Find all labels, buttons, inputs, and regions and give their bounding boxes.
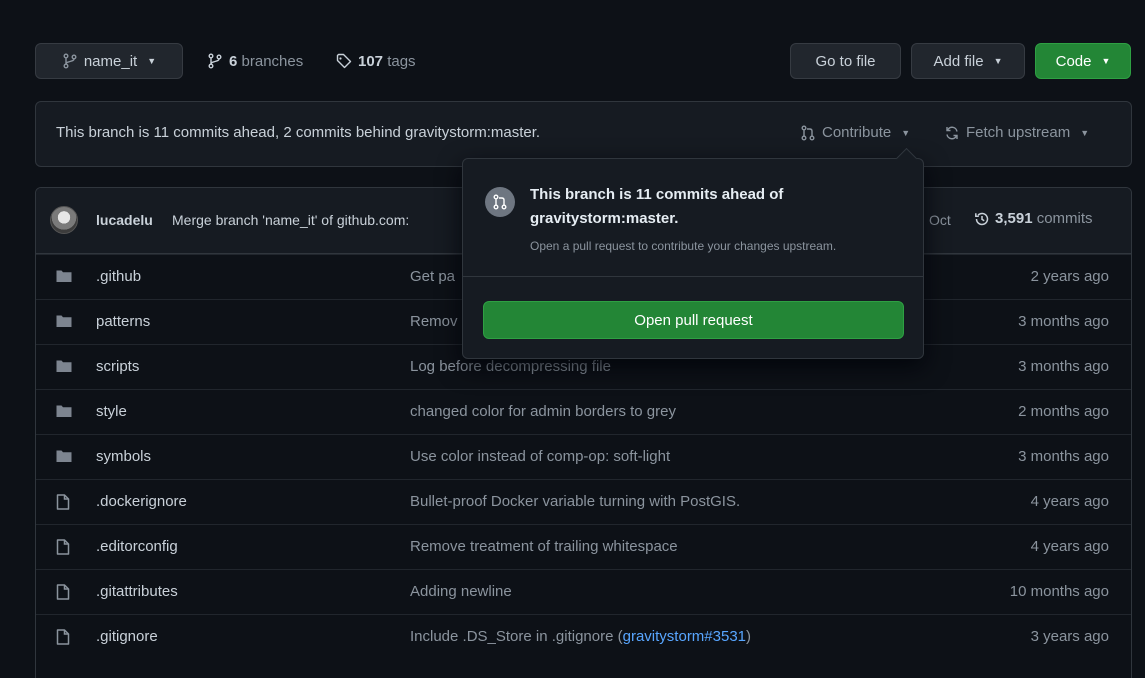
- file-commit-text: Remove treatment of trailing whitespace: [410, 538, 678, 555]
- folder-icon: [56, 404, 72, 418]
- code-label: Code: [1055, 52, 1092, 70]
- branch-selector-button[interactable]: name_it ▼: [35, 43, 183, 79]
- file-age: 3 months ago: [1018, 358, 1109, 375]
- file-row[interactable]: symbols Use color instead of comp-op: sof…: [36, 434, 1131, 479]
- history-icon: [974, 211, 990, 227]
- open-pull-request-label: Open pull request: [634, 311, 753, 329]
- file-name[interactable]: .gitattributes: [96, 583, 178, 600]
- chevron-down-icon: ▼: [993, 56, 1003, 66]
- folder-icon: [56, 359, 72, 373]
- file-name[interactable]: style: [96, 403, 127, 420]
- commits-link[interactable]: 3,591 commits: [974, 210, 1093, 227]
- file-name[interactable]: .github: [96, 268, 141, 285]
- folder-icon: [56, 449, 72, 463]
- file-commit-text: Adding newline: [410, 583, 512, 600]
- file-commit-text: Include .DS_Store in .gitignore (: [410, 628, 623, 645]
- file-name[interactable]: symbols: [96, 448, 151, 465]
- file-commit-text: Log before decompressing file: [410, 358, 611, 375]
- file-age: 2 years ago: [1030, 268, 1109, 285]
- popover-title: This branch is 11 commits ahead of gravi…: [530, 186, 784, 227]
- tags-link[interactable]: 107 tags: [336, 50, 416, 72]
- go-to-file-label: Go to file: [815, 52, 876, 70]
- file-row[interactable]: .gitignore Include .DS_Store in .gitignor…: [36, 614, 1131, 659]
- commit-date: Oct: [929, 212, 951, 228]
- commit-count: 3,591: [995, 210, 1033, 227]
- open-pull-request-button[interactable]: Open pull request: [483, 301, 904, 339]
- file-age: 4 years ago: [1030, 493, 1109, 510]
- issue-link[interactable]: gravitystorm#3531: [623, 628, 746, 645]
- branch-status-text: This branch is 11 commits ahead, 2 commi…: [56, 124, 541, 141]
- file-row[interactable]: .editorconfig Remove treatment of trailin…: [36, 524, 1131, 569]
- fetch-upstream-label: Fetch upstream: [966, 124, 1071, 141]
- file-age: 2 months ago: [1018, 403, 1109, 420]
- file-age: 3 years ago: [1030, 628, 1109, 645]
- pull-request-icon: [485, 187, 515, 217]
- commit-message[interactable]: Merge branch 'name_it' of github.com:: [172, 212, 409, 228]
- file-commit-message[interactable]: Remov: [410, 313, 458, 330]
- chevron-down-icon: ▼: [1080, 127, 1090, 138]
- file-commit-text: changed color for admin borders to grey: [410, 403, 676, 420]
- sync-icon: [944, 125, 960, 141]
- git-branch-icon: [207, 53, 223, 69]
- file-commit-text-after: ): [746, 628, 752, 645]
- commit-count-label: commits: [1036, 210, 1093, 227]
- file-age: 4 years ago: [1030, 538, 1109, 555]
- avatar[interactable]: [50, 206, 78, 234]
- folder-icon: [56, 314, 72, 328]
- code-button[interactable]: Code ▼: [1035, 43, 1131, 79]
- add-file-label: Add file: [933, 52, 984, 70]
- file-name[interactable]: .dockerignore: [96, 493, 187, 510]
- add-file-button[interactable]: Add file ▼: [911, 43, 1025, 79]
- file-commit-message[interactable]: Use color instead of comp-op: soft-light: [410, 448, 670, 465]
- tags-count: 107: [358, 52, 384, 70]
- pull-request-icon: [800, 125, 816, 141]
- branches-link[interactable]: 6 branches: [207, 50, 303, 72]
- fetch-upstream-button[interactable]: Fetch upstream ▼: [944, 124, 1089, 141]
- file-icon: [56, 629, 70, 645]
- branches-label: branches: [241, 52, 304, 70]
- contribute-label: Contribute: [822, 124, 892, 141]
- file-commit-message[interactable]: Get pa: [410, 268, 455, 285]
- chevron-down-icon: ▼: [901, 127, 911, 138]
- file-row[interactable]: style changed color for admin borders to …: [36, 389, 1131, 434]
- file-icon: [56, 494, 70, 510]
- branch-selector-label: name_it: [83, 52, 138, 70]
- file-age: 3 months ago: [1018, 313, 1109, 330]
- file-name[interactable]: .gitignore: [96, 628, 158, 645]
- file-age: 10 months ago: [1009, 583, 1109, 600]
- file-age: 3 months ago: [1018, 448, 1109, 465]
- tags-label: tags: [387, 52, 416, 70]
- file-icon: [56, 539, 70, 555]
- popover-divider: [463, 276, 923, 277]
- commit-author[interactable]: lucadelu: [96, 212, 153, 228]
- file-commit-message[interactable]: Adding newline: [410, 583, 512, 600]
- popover-subtitle: Open a pull request to contribute your c…: [530, 239, 837, 253]
- file-commit-text: Get pa: [410, 268, 456, 285]
- file-name[interactable]: .editorconfig: [96, 538, 178, 555]
- file-commit-message[interactable]: Log before decompressing file: [410, 358, 611, 375]
- file-row[interactable]: .dockerignore Bullet-proof Docker variabl…: [36, 479, 1131, 524]
- contribute-button[interactable]: Contribute ▼: [800, 124, 910, 141]
- file-commit-message[interactable]: Bullet-proof Docker variable turning wit…: [410, 493, 740, 510]
- file-icon: [56, 584, 70, 600]
- tag-icon: [336, 53, 352, 69]
- file-commit-text: Bullet-proof Docker variable turning wit…: [410, 493, 741, 510]
- chevron-down-icon: ▼: [1101, 56, 1111, 66]
- file-name[interactable]: patterns: [96, 313, 150, 330]
- file-name[interactable]: scripts: [96, 358, 139, 375]
- file-commit-message[interactable]: Include .DS_Store in .gitignore (gravity…: [410, 628, 751, 645]
- file-commit-text: Remov: [410, 313, 458, 330]
- file-commit-text: Use color instead of comp-op: soft-light: [410, 448, 671, 465]
- file-commit-message[interactable]: changed color for admin borders to grey: [410, 403, 676, 420]
- branches-count: 6: [229, 52, 238, 70]
- contribute-popover: This branch is 11 commits ahead of gravi…: [462, 158, 924, 359]
- folder-icon: [56, 269, 72, 283]
- file-row[interactable]: .gitattributes Adding newline 10 months ag…: [36, 569, 1131, 614]
- file-commit-message[interactable]: Remove treatment of trailing whitespace: [410, 538, 678, 555]
- go-to-file-button[interactable]: Go to file: [790, 43, 901, 79]
- git-branch-icon: [62, 53, 78, 69]
- chevron-down-icon: ▼: [147, 56, 157, 66]
